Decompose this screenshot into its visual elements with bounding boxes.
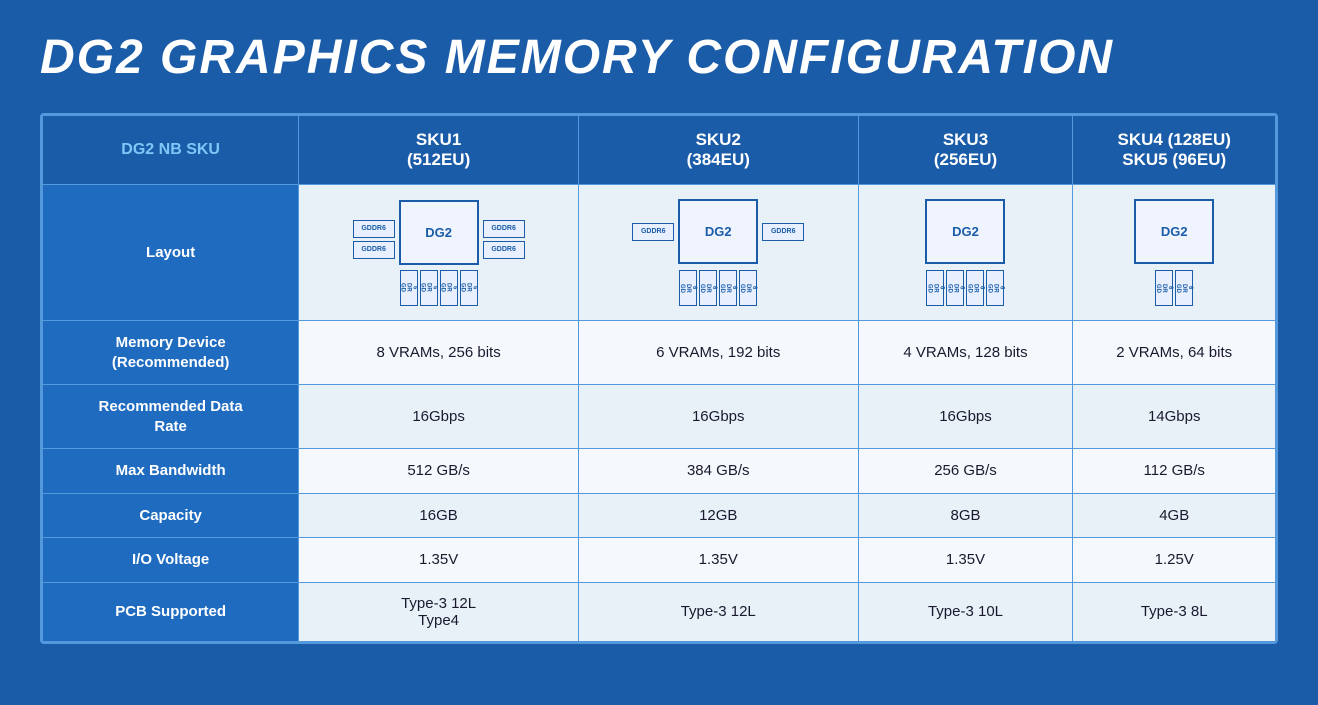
layout-sku3-cell: DG2 GDDR6 GDDR6 GDDR6 GDDR6 xyxy=(858,185,1073,321)
cell-voltage-sku3: 1.35V xyxy=(858,538,1073,583)
cell-memory-sku1: 8 VRAMs, 256 bits xyxy=(299,321,579,385)
cell-bandwidth-sku2: 384 GB/s xyxy=(578,449,858,494)
cell-capacity-sku1: 16GB xyxy=(299,493,579,538)
page-title: DG2 Graphics Memory Configuration xyxy=(40,30,1278,85)
col-header-sku1: SKU1 (512EU) xyxy=(299,116,579,185)
cell-bandwidth-sku4: 112 GB/s xyxy=(1073,449,1276,494)
cell-bandwidth-sku1: 512 GB/s xyxy=(299,449,579,494)
cell-pcb-sku4: Type-3 8L xyxy=(1073,582,1276,641)
table-row-voltage: I/O Voltage 1.35V 1.35V 1.35V 1.25V xyxy=(43,538,1276,583)
col-header-sku3: SKU3 (256EU) xyxy=(858,116,1073,185)
row-label-memory-device: Memory Device(Recommended) xyxy=(43,321,299,385)
col-header-sku2: SKU2 (384EU) xyxy=(578,116,858,185)
table-row-memory-device: Memory Device(Recommended) 8 VRAMs, 256 … xyxy=(43,321,1276,385)
cell-datarate-sku3: 16Gbps xyxy=(858,385,1073,449)
row-label-voltage: I/O Voltage xyxy=(43,538,299,583)
table-row-capacity: Capacity 16GB 12GB 8GB 4GB xyxy=(43,493,1276,538)
row-label-pcb: PCB Supported xyxy=(43,582,299,641)
col-header-sku4: SKU4 (128EU) SKU5 (96EU) xyxy=(1073,116,1276,185)
cell-voltage-sku2: 1.35V xyxy=(578,538,858,583)
cell-datarate-sku4: 14Gbps xyxy=(1073,385,1276,449)
cell-voltage-sku4: 1.25V xyxy=(1073,538,1276,583)
cell-voltage-sku1: 1.35V xyxy=(299,538,579,583)
cell-pcb-sku1: Type-3 12LType4 xyxy=(299,582,579,641)
row-label-bandwidth: Max Bandwidth xyxy=(43,449,299,494)
cell-datarate-sku2: 16Gbps xyxy=(578,385,858,449)
cell-pcb-sku2: Type-3 12L xyxy=(578,582,858,641)
table-row-data-rate: Recommended DataRate 16Gbps 16Gbps 16Gbp… xyxy=(43,385,1276,449)
row-label-layout: Layout xyxy=(43,185,299,321)
cell-bandwidth-sku3: 256 GB/s xyxy=(858,449,1073,494)
layout-sku1-cell: GDDR6 GDDR6 DG2 GDDR6 GDDR6 GDDR6 GDDR6 xyxy=(299,185,579,321)
row-label-data-rate: Recommended DataRate xyxy=(43,385,299,449)
layout-sku4-cell: DG2 GDDR6 GDDR6 xyxy=(1073,185,1276,321)
table-row-layout: Layout GDDR6 GDDR6 DG2 GDDR6 GDDR6 xyxy=(43,185,1276,321)
cell-capacity-sku4: 4GB xyxy=(1073,493,1276,538)
cell-capacity-sku2: 12GB xyxy=(578,493,858,538)
cell-capacity-sku3: 8GB xyxy=(858,493,1073,538)
table-row-pcb: PCB Supported Type-3 12LType4 Type-3 12L… xyxy=(43,582,1276,641)
cell-memory-sku4: 2 VRAMs, 64 bits xyxy=(1073,321,1276,385)
memory-config-table: DG2 NB SKU SKU1 (512EU) SKU2 (384EU) SKU… xyxy=(40,113,1278,644)
cell-pcb-sku3: Type-3 10L xyxy=(858,582,1073,641)
table-row-bandwidth: Max Bandwidth 512 GB/s 384 GB/s 256 GB/s… xyxy=(43,449,1276,494)
cell-memory-sku2: 6 VRAMs, 192 bits xyxy=(578,321,858,385)
cell-datarate-sku1: 16Gbps xyxy=(299,385,579,449)
row-label-capacity: Capacity xyxy=(43,493,299,538)
table-header-row: DG2 NB SKU SKU1 (512EU) SKU2 (384EU) SKU… xyxy=(43,116,1276,185)
cell-memory-sku3: 4 VRAMs, 128 bits xyxy=(858,321,1073,385)
col-header-label: DG2 NB SKU xyxy=(43,116,299,185)
layout-sku2-cell: GDDR6 DG2 GDDR6 GDDR6 GDDR6 GDDR6 GDDR6 xyxy=(578,185,858,321)
